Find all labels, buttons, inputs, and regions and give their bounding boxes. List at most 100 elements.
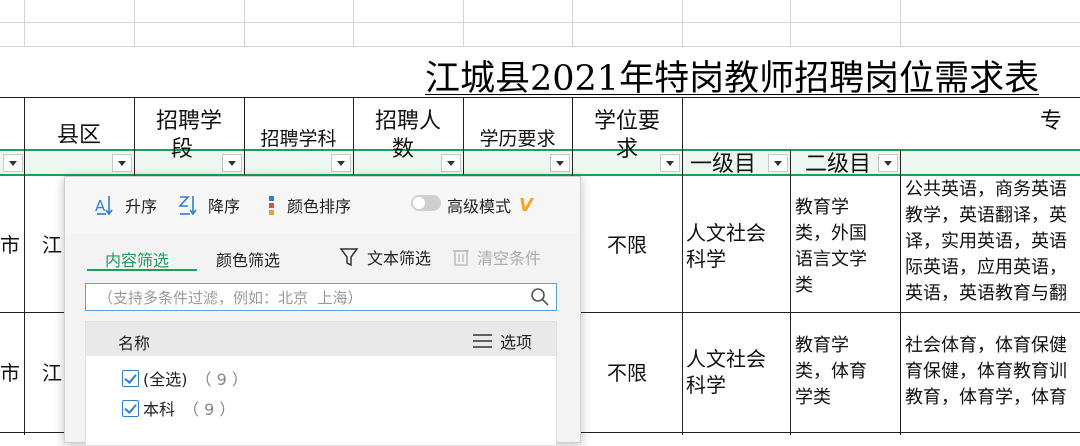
header-level2: 二级目: [805, 152, 872, 177]
list-item-count: （ 9 ）: [183, 400, 236, 419]
advanced-mode-label-wrap[interactable]: 高级模式 V: [447, 193, 533, 217]
sheet-title: 江城县2021年特岗教师招聘岗位需求表: [425, 59, 1040, 99]
filter-value-list: 名称 选项 (全选) （ 9 ） 本科 （ 9 ）: [85, 321, 557, 446]
list-options-label: 选项: [500, 333, 533, 352]
filter-dropdown-button[interactable]: [3, 154, 23, 172]
gridline: [244, 0, 245, 46]
cell-row1-level2[interactable]: 教育学 类，外国 语言文学 类: [795, 195, 895, 299]
filter-popup: A 升序 降序 颜色排序 高级模式 V 内容筛选 颜色筛选 文本筛选 清空条件 …: [64, 176, 581, 446]
table-border: [900, 150, 901, 435]
list-item-select-all[interactable]: (全选) （ 9 ）: [122, 366, 248, 390]
filter-dropdown-button[interactable]: [112, 154, 132, 172]
advanced-mode-label: 高级模式: [447, 197, 512, 216]
text-line: 类，外国: [795, 223, 867, 244]
filter-dropdown-button[interactable]: [331, 154, 351, 172]
sort-descending-icon: [178, 196, 197, 216]
table-border: [682, 97, 683, 435]
header-stage-line2: 段: [170, 137, 193, 162]
filter-dropdown-button[interactable]: [768, 154, 788, 172]
sort-descending-button[interactable]: 降序: [178, 193, 240, 217]
cell-row2-level2[interactable]: 教育学 类，体育 学类: [795, 333, 895, 411]
header-major: 专: [1040, 109, 1063, 134]
header-degree-line1: 学位要: [593, 109, 660, 134]
text-line: 教育学: [795, 197, 849, 218]
menu-lines-icon: [473, 334, 492, 348]
text-line: 公共英语，商务英语: [905, 179, 1067, 200]
filter-list-header: 名称 选项: [86, 322, 556, 356]
filter-dropdown-button[interactable]: [878, 154, 898, 172]
trash-icon: [453, 250, 469, 266]
sort-ascending-icon: A: [95, 196, 113, 216]
gridline: [572, 0, 573, 46]
cell-row1-col0[interactable]: 市: [0, 232, 24, 258]
text-line: 际英语，应用英语，: [905, 257, 1067, 278]
list-item-label: 本科: [143, 400, 176, 419]
gridline: [790, 0, 791, 46]
clear-conditions-label: 清空条件: [477, 249, 542, 268]
filter-dropdown-button[interactable]: [550, 154, 570, 172]
list-header-name: 名称: [118, 334, 151, 353]
filter-search-box[interactable]: [85, 283, 557, 311]
checkbox-checked-icon[interactable]: [122, 399, 139, 417]
cell-row2-major[interactable]: 社会体育，体育保健 育保健，体育教育训 教育，体育学，体育: [905, 333, 1080, 411]
text-line: 教学，英语翻译，英: [905, 205, 1067, 226]
cell-row2-col1[interactable]: 江: [42, 360, 66, 386]
sort-ascending-button[interactable]: A 升序: [95, 193, 157, 217]
list-item-count: （ 9 ）: [195, 370, 248, 389]
header-count-line1: 招聘人: [374, 109, 441, 134]
tab-content-filter[interactable]: 内容筛选: [105, 247, 169, 271]
filter-funnel-icon: [339, 248, 359, 267]
list-item-bachelor[interactable]: 本科 （ 9 ）: [122, 396, 235, 420]
cell-row2-level1-line1[interactable]: 人文社会: [686, 346, 786, 372]
text-line: 教育，体育学，体育: [905, 387, 1067, 408]
text-line: 英语，英语教育与翻: [905, 283, 1067, 304]
gridline: [0, 46, 1080, 47]
header-education: 学历要求: [479, 128, 556, 150]
cell-row1-level1-line1[interactable]: 人文社会: [686, 220, 786, 246]
cell-row1-level1-line2[interactable]: 科学: [686, 246, 786, 272]
gridline: [0, 22, 1080, 23]
table-border: [790, 150, 791, 435]
filter-dropdown-button[interactable]: [660, 154, 680, 172]
filter-dropdown-button[interactable]: [441, 154, 461, 172]
header-count-line2: 数: [391, 137, 414, 162]
tab-color-filter[interactable]: 颜色筛选: [216, 247, 280, 271]
advanced-mode-toggle[interactable]: [411, 195, 441, 211]
gridline: [134, 0, 135, 46]
text-line: 译，实用英语，英语: [905, 231, 1067, 252]
color-sort-icon: [269, 196, 274, 215]
svg-text:A: A: [95, 197, 106, 215]
cell-row2-col0[interactable]: 市: [0, 360, 24, 386]
header-level1: 一级目: [690, 152, 757, 177]
clear-conditions-button[interactable]: 清空条件: [451, 245, 541, 269]
table-border: [0, 97, 1080, 98]
text-line: 类: [795, 275, 813, 296]
cell-row1-degree[interactable]: 不限: [572, 232, 682, 258]
text-line: 语言文学: [795, 249, 867, 270]
gridline: [900, 0, 901, 46]
sort-ascending-label: 升序: [125, 197, 158, 216]
cell-row1-major[interactable]: 公共英语，商务英语 教学，英语翻译，英 译，实用英语，英语 际英语，应用英语， …: [905, 177, 1080, 307]
cell-row2-level1-line2[interactable]: 科学: [686, 372, 786, 398]
sort-by-color-label: 颜色排序: [287, 197, 352, 216]
list-item-label: (全选): [143, 370, 188, 389]
gridline: [353, 0, 354, 46]
text-filter-button[interactable]: 文本筛选: [339, 245, 431, 269]
header-subject: 招聘学科: [260, 128, 337, 150]
sort-by-color-button[interactable]: 颜色排序: [265, 193, 351, 217]
text-line: 学类: [795, 387, 831, 408]
text-line: 教育学: [795, 335, 849, 356]
sort-descending-label: 降序: [208, 197, 241, 216]
cell-row2-degree[interactable]: 不限: [572, 360, 682, 386]
cell-row1-col1[interactable]: 江: [42, 232, 66, 258]
gridline: [682, 0, 683, 46]
gridline: [24, 0, 25, 46]
list-options-button[interactable]: 选项: [472, 329, 532, 353]
checkbox-checked-icon[interactable]: [122, 369, 139, 387]
active-tab-indicator: [87, 269, 197, 271]
filter-dropdown-button[interactable]: [222, 154, 242, 172]
filter-search-input[interactable]: [96, 286, 520, 310]
text-filter-label: 文本筛选: [367, 249, 432, 268]
search-icon[interactable]: [530, 287, 550, 307]
text-line: 社会体育，体育保健: [905, 335, 1067, 356]
